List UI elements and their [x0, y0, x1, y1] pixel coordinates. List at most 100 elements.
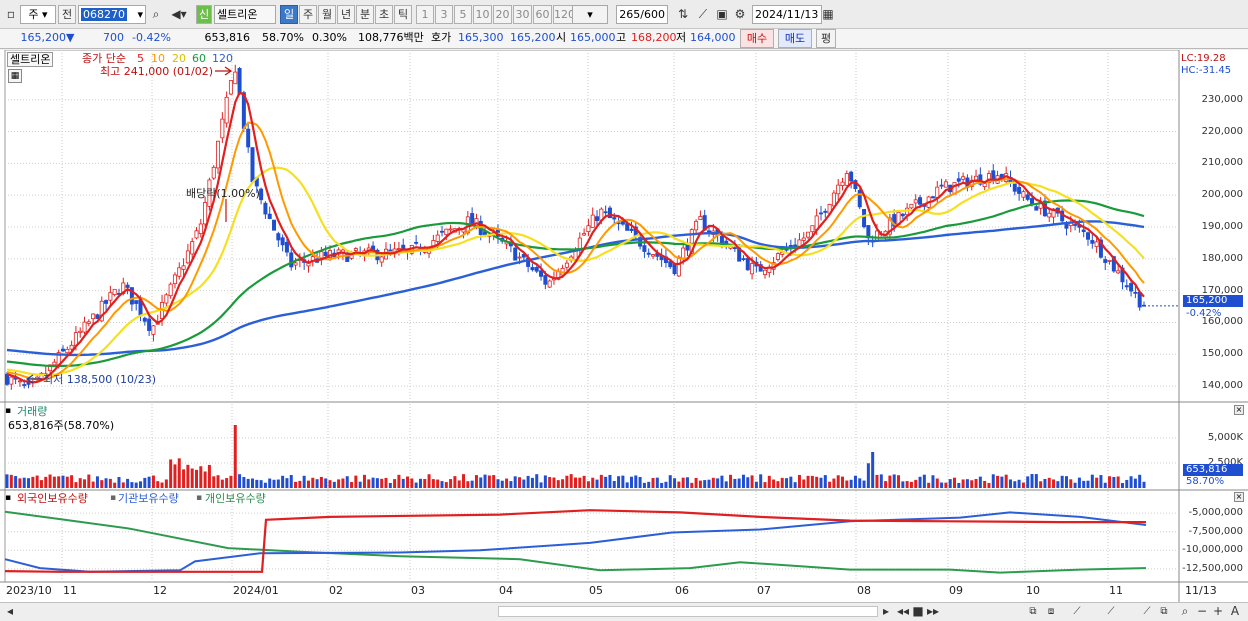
- volume-bar: [182, 469, 186, 488]
- volume-bar: [31, 476, 35, 488]
- volume-bar: [776, 481, 780, 488]
- volume-bar: [358, 481, 362, 488]
- volume-bar: [328, 480, 332, 488]
- volume-bar: [418, 478, 422, 488]
- tab-interval-30[interactable]: 30: [513, 5, 532, 24]
- save-icon[interactable]: ▣: [714, 5, 730, 24]
- date-input[interactable]: 2024/11/13: [752, 5, 822, 24]
- volume-bar: [496, 479, 500, 488]
- stop-icon[interactable]: ■: [912, 603, 924, 620]
- zoom-icon[interactable]: ⌕: [1178, 603, 1192, 620]
- table-icon[interactable]: ▦: [8, 69, 22, 83]
- chart-tool-icon[interactable]: ⇅: [674, 5, 692, 24]
- zoom-out-icon[interactable]: −: [1196, 603, 1208, 620]
- volume-bar: [1021, 482, 1025, 488]
- search-icon[interactable]: ⌕: [148, 5, 164, 24]
- turnover-value: 0.30%: [312, 31, 347, 44]
- volume-bar: [121, 482, 125, 488]
- tab-interval-5[interactable]: 5: [454, 5, 472, 24]
- prev-button[interactable]: 전: [58, 5, 76, 24]
- rewind-icon[interactable]: ◂◂: [896, 603, 910, 620]
- volume-bar: [474, 475, 478, 488]
- event-note: 배당락(1.00%): [186, 187, 260, 200]
- window-icon[interactable]: ▫: [4, 5, 18, 24]
- market-select[interactable]: 주 ▾: [20, 5, 56, 24]
- volume-bar: [1026, 476, 1030, 488]
- draw-tool-icon[interactable]: ⟋: [694, 5, 712, 24]
- volume-bar: [1013, 481, 1017, 488]
- scroll-right-icon[interactable]: ▸: [880, 603, 892, 620]
- volume-bar: [599, 474, 603, 488]
- scroll-thumb[interactable]: [498, 606, 878, 617]
- tab-period-4[interactable]: 분: [356, 5, 374, 24]
- tab-period-3[interactable]: 년: [337, 5, 355, 24]
- volume-bar: [5, 474, 9, 488]
- volume-bar: [212, 476, 216, 488]
- volume-bar: [95, 476, 99, 488]
- volume-bar: [1112, 477, 1116, 488]
- candle: [750, 263, 755, 275]
- tab-interval-60[interactable]: 60: [533, 5, 552, 24]
- draw-channel-icon[interactable]: ⟋: [1140, 603, 1154, 620]
- copy-icon[interactable]: ⧉: [1158, 603, 1170, 620]
- buy-button[interactable]: 매수: [740, 29, 774, 48]
- volume-bar: [1090, 474, 1094, 488]
- volume-bar: [1103, 482, 1107, 488]
- tab-period-5[interactable]: 초: [375, 5, 393, 24]
- calendar-icon[interactable]: ▦: [820, 5, 836, 24]
- candle: [1103, 259, 1108, 263]
- open-label: 시: [556, 31, 567, 44]
- speaker-icon[interactable]: ◀▾: [166, 5, 192, 24]
- volume-bar: [853, 475, 857, 488]
- tab-period-1[interactable]: 주: [299, 5, 317, 24]
- zoom-in-icon[interactable]: +: [1212, 603, 1224, 620]
- volume-bar: [664, 481, 668, 488]
- interval-dropdown[interactable]: ▾: [572, 5, 608, 24]
- volume-bar: [1047, 477, 1051, 488]
- layout-icon[interactable]: ⧈: [1044, 603, 1058, 620]
- fast-forward-icon[interactable]: ▸▸: [926, 603, 940, 620]
- tab-period-0[interactable]: 일: [280, 5, 298, 24]
- font-size-icon[interactable]: A: [1228, 603, 1242, 620]
- volume-bar: [52, 476, 56, 488]
- volume-bar: [225, 478, 229, 488]
- volume-bar: [871, 452, 875, 488]
- stock-name-field[interactable]: 셀트리온: [214, 5, 276, 24]
- volume-bar: [1073, 482, 1077, 488]
- draw-trend-icon[interactable]: ⟋: [1104, 603, 1118, 620]
- volume-bar: [841, 476, 845, 488]
- chart-canvas[interactable]: [0, 50, 1248, 602]
- close-icon[interactable]: ×: [1234, 405, 1244, 415]
- volume-bar: [337, 479, 341, 488]
- panel-handle-icon[interactable]: ▪: [5, 406, 11, 416]
- chart-area[interactable]: 셀트리온 종가 단순 5 10 20 60 120 ▦ 최고 241,000 (…: [0, 50, 1248, 602]
- tab-interval-10[interactable]: 10: [473, 5, 492, 24]
- volume-bar: [530, 477, 534, 488]
- draw-line-icon[interactable]: ⟋: [1070, 603, 1084, 620]
- eval-button[interactable]: 평: [816, 29, 836, 48]
- candle: [1129, 283, 1134, 292]
- volume-bar: [104, 478, 108, 488]
- view-mode-icon[interactable]: ⧉: [1026, 603, 1040, 620]
- tab-period-2[interactable]: 월: [318, 5, 336, 24]
- volume-bar: [199, 466, 203, 488]
- stock-code-input[interactable]: 068270 ▾: [78, 5, 146, 24]
- tab-interval-3[interactable]: 3: [435, 5, 453, 24]
- gear-icon[interactable]: ⚙: [732, 5, 748, 24]
- stock-tag[interactable]: 셀트리온: [7, 52, 54, 67]
- volume-bar: [44, 476, 48, 488]
- volume-bar: [83, 479, 87, 488]
- close-icon[interactable]: ×: [1234, 492, 1244, 502]
- scroll-bar[interactable]: ◂ ▸ ◂◂ ■ ▸▸ ⧉ ⧈ ⟋ ⟋ ⟋ ⧉ ⌕ − + A: [0, 602, 1248, 621]
- tab-interval-20[interactable]: 20: [493, 5, 512, 24]
- tab-interval-1[interactable]: 1: [416, 5, 434, 24]
- volume-bar: [556, 480, 560, 488]
- sell-button[interactable]: 매도: [778, 29, 812, 48]
- count-input[interactable]: 265/600: [616, 5, 668, 24]
- volume-bar: [642, 482, 646, 488]
- volume-bar: [819, 477, 823, 488]
- volume-bar: [483, 474, 487, 488]
- tab-period-6[interactable]: 틱: [394, 5, 412, 24]
- panel-handle-icon[interactable]: ▪: [5, 493, 11, 503]
- scroll-left-icon[interactable]: ◂: [4, 603, 16, 620]
